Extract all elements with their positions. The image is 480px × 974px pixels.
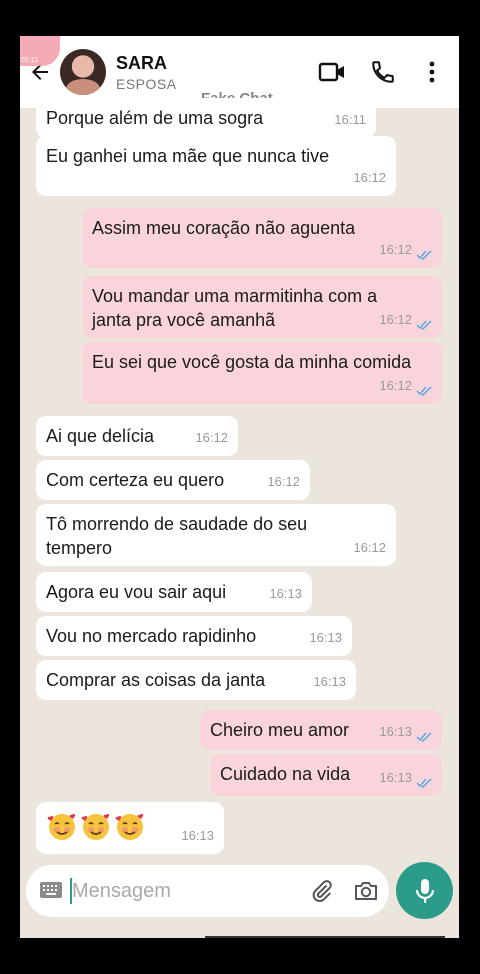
- camera-icon[interactable]: [353, 879, 379, 903]
- microphone-icon: [415, 878, 434, 903]
- message-text: Agora eu vou sair aqui: [46, 582, 227, 602]
- badge-time: 01:11: [21, 57, 38, 64]
- message-incoming[interactable]: Ai que delícia 16:12: [36, 416, 238, 456]
- message-incoming[interactable]: Agora eu vou sair aqui 16:13: [36, 572, 312, 612]
- message-outgoing[interactable]: Cheiro meu amor 16:13: [200, 710, 442, 750]
- message-input[interactable]: [72, 875, 292, 907]
- message-text: Eu ganhei uma mãe que nunca tive: [46, 146, 330, 166]
- message-outgoing[interactable]: Assim meu coração não aguenta 16:12: [82, 208, 442, 268]
- message-incoming[interactable]: 16:13: [36, 802, 224, 854]
- message-incoming[interactable]: Tô morrendo de saudade do seu tempero 16…: [36, 504, 396, 566]
- message-incoming[interactable]: Com certeza eu quero 16:12: [36, 460, 310, 500]
- message-incoming[interactable]: Comprar as coisas da janta 16:13: [36, 660, 356, 700]
- message-text: Comprar as coisas da janta: [46, 670, 266, 690]
- keyboard-icon[interactable]: [39, 881, 63, 899]
- message-time: 16:12: [353, 540, 386, 555]
- message-time: 16:13: [309, 630, 342, 645]
- message-outgoing[interactable]: Eu sei que você gosta da minha comida 16…: [82, 342, 442, 404]
- read-ticks-icon: [416, 320, 432, 330]
- message-incoming[interactable]: Porque além de uma sogra 16:11: [36, 98, 376, 138]
- read-ticks-icon: [416, 250, 432, 260]
- message-time: 16:13: [269, 586, 302, 601]
- phone-icon[interactable]: [370, 59, 396, 85]
- message-outgoing[interactable]: Cuidado na vida 16:13: [210, 754, 442, 796]
- message-composer: [26, 865, 389, 917]
- message-time: 16:12: [379, 312, 412, 327]
- contact-name[interactable]: SARA: [116, 53, 167, 74]
- smiling-face-with-hearts-icon: [46, 810, 78, 842]
- message-text: Porque além de uma sogra: [46, 108, 264, 128]
- contact-status: ESPOSA: [116, 76, 177, 92]
- message-time: 16:13: [379, 724, 412, 739]
- avatar[interactable]: [60, 49, 106, 95]
- read-ticks-icon: [416, 778, 432, 788]
- smiling-face-with-hearts-icon: [80, 810, 112, 842]
- microphone-button[interactable]: [396, 862, 453, 919]
- message-text: Vou mandar uma marmitinha com a janta pr…: [92, 286, 378, 330]
- message-time: 16:13: [313, 674, 346, 689]
- read-ticks-icon: [416, 732, 432, 742]
- message-text: Eu sei que você gosta da minha comida: [92, 352, 412, 372]
- message-incoming[interactable]: Vou no mercado rapidinho 16:13: [36, 616, 352, 656]
- message-text: Assim meu coração não aguenta: [92, 218, 356, 238]
- more-vertical-icon[interactable]: [422, 60, 442, 84]
- paperclip-icon[interactable]: [310, 879, 334, 903]
- smiling-face-with-hearts-icon: [114, 810, 146, 842]
- divider: [205, 936, 445, 938]
- message-text: Vou no mercado rapidinho: [46, 626, 257, 646]
- message-incoming[interactable]: Eu ganhei uma mãe que nunca tive 16:12: [36, 136, 396, 196]
- message-text: Com certeza eu quero: [46, 470, 225, 490]
- chat-screen: SARA ESPOSA Fake Chat 01:11 Porque além …: [20, 36, 459, 938]
- message-time: 16:13: [181, 828, 214, 843]
- message-time: 16:12: [379, 242, 412, 257]
- message-outgoing[interactable]: Vou mandar uma marmitinha com a janta pr…: [82, 276, 442, 338]
- message-text: Tô morrendo de saudade do seu tempero: [46, 514, 308, 558]
- message-time: 16:12: [353, 170, 386, 185]
- video-call-icon[interactable]: [318, 60, 346, 84]
- message-time: 16:12: [195, 430, 228, 445]
- message-time: 16:11: [334, 112, 366, 127]
- read-ticks-icon: [416, 386, 432, 396]
- message-time: 16:13: [379, 770, 412, 785]
- message-time: 16:12: [267, 474, 300, 489]
- message-time: 16:12: [379, 378, 412, 393]
